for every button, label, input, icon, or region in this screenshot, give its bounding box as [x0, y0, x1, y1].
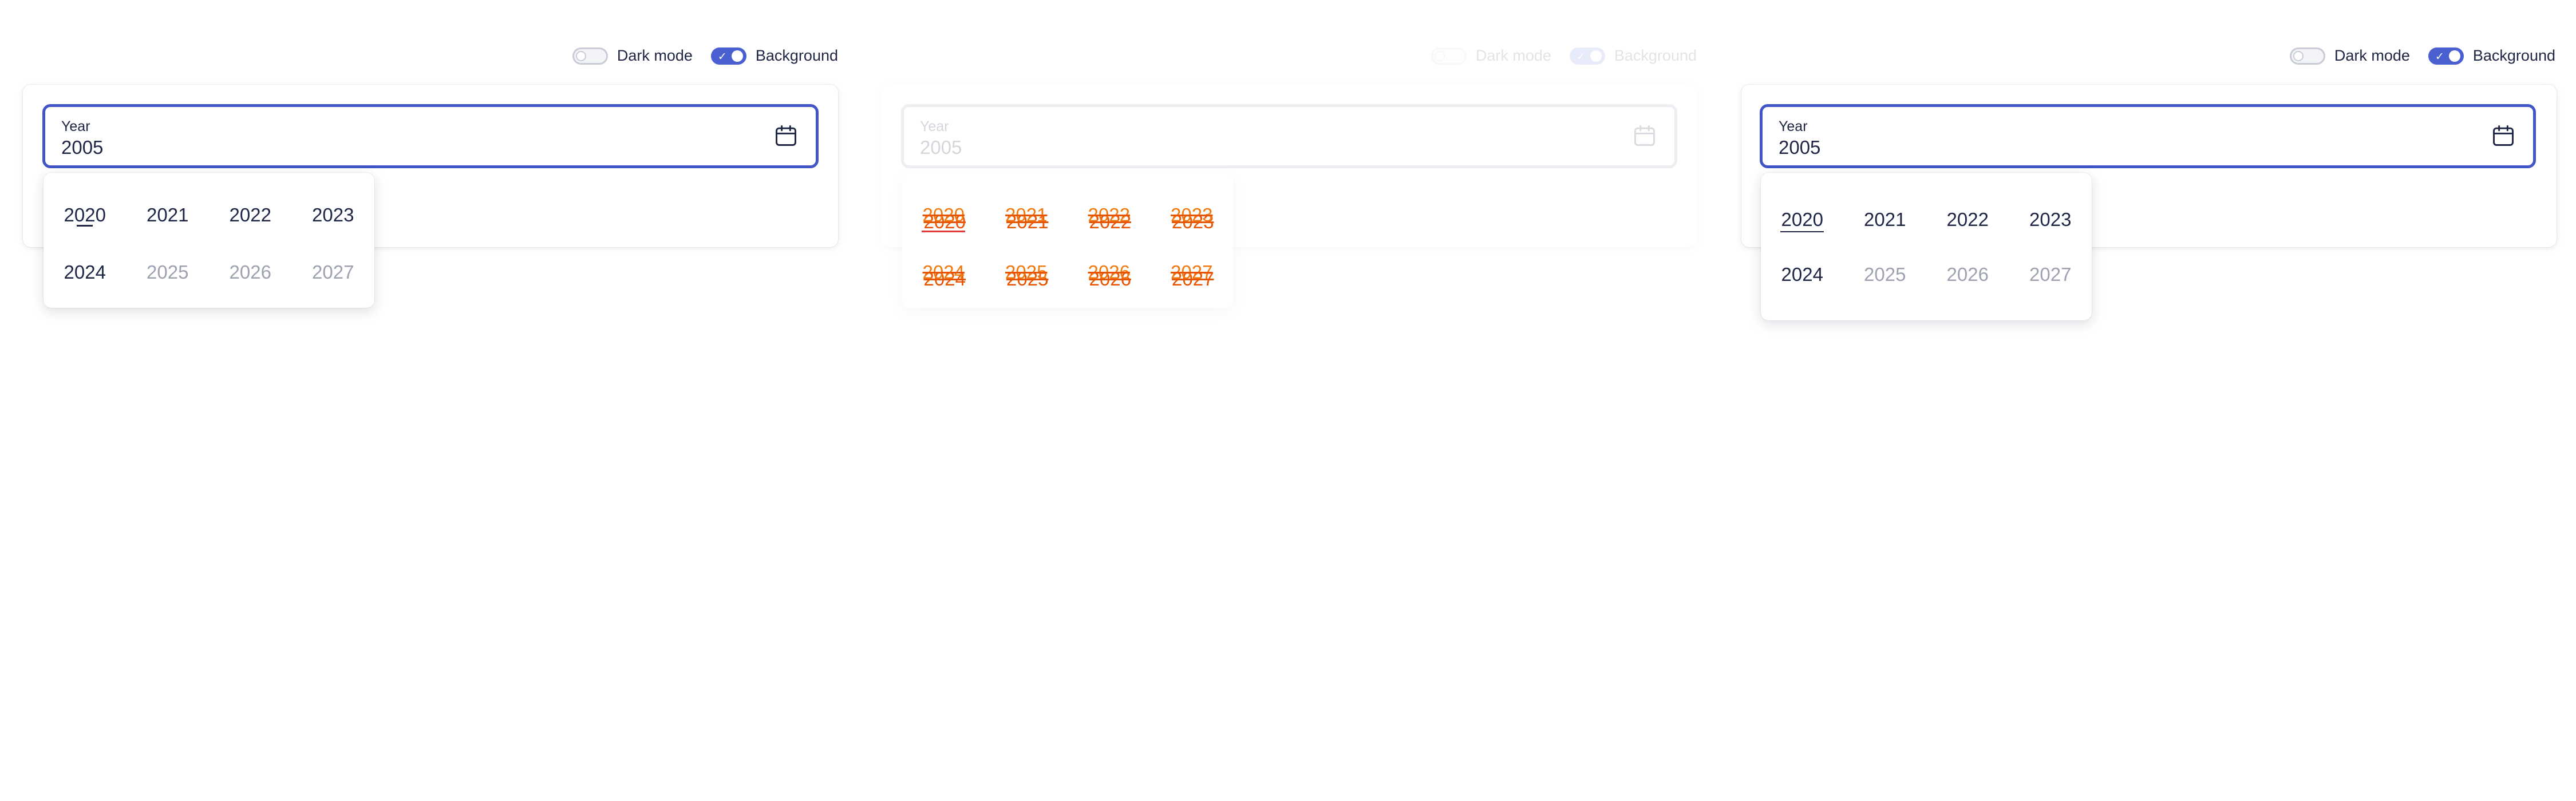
year-option-2025: 2025 — [147, 261, 189, 283]
year-field-label: Year — [1779, 118, 1808, 134]
background-toggle-group[interactable]: ✓ Background — [1569, 47, 1697, 65]
year-option-2026: 2026 — [1946, 264, 1989, 285]
dark-mode-toggle-group[interactable]: Dark mode — [1431, 47, 1551, 65]
toolbar: Dark mode ✓ Background — [1413, 47, 1697, 65]
dark-mode-toggle[interactable] — [1431, 47, 1467, 65]
dark-mode-toggle[interactable] — [572, 47, 608, 65]
calendar-icon[interactable] — [2491, 123, 2516, 148]
year-grid: 2020 2021 2022 2023 2024 2025 2026 2027 — [44, 201, 374, 286]
year-option-2026: 2026 — [229, 261, 271, 283]
year-grid: 2020 2021 2022 2023 2024 2025 2026 2027 — [902, 201, 1233, 286]
panel-middle: Dark mode ✓ Background Year 2005 2020 20… — [859, 0, 1717, 801]
toggle-knob — [1434, 50, 1445, 61]
background-toggle[interactable]: ✓ — [710, 47, 746, 65]
panel-right: Dark mode ✓ Background Year 2005 2020 20… — [1717, 0, 2576, 801]
year-option-2020[interactable]: 2020 — [44, 201, 127, 229]
toggle-knob — [575, 50, 586, 61]
year-option-2022[interactable]: 2022 — [1068, 201, 1151, 229]
year-option-2026: 2026 — [1088, 261, 1130, 283]
year-option-2022[interactable]: 2022 — [1926, 206, 2009, 233]
dark-mode-toggle-group[interactable]: Dark mode — [2289, 47, 2410, 65]
dark-mode-toggle[interactable] — [2289, 47, 2325, 65]
year-option-2021[interactable]: 2021 — [1844, 206, 1927, 233]
check-icon: ✓ — [1576, 50, 1586, 63]
year-option-2025: 2025 — [1864, 264, 1906, 285]
year-option-2025: 2025 — [1005, 261, 1048, 283]
toggle-knob — [1590, 50, 1602, 62]
calendar-icon[interactable] — [1632, 123, 1657, 148]
year-picker-popup: 2020 2021 2022 2023 2024 2025 2026 2027 — [902, 173, 1233, 308]
background-toggle-group[interactable]: ✓ Background — [710, 47, 838, 65]
background-toggle[interactable]: ✓ — [1569, 47, 1605, 65]
toolbar: Dark mode ✓ Background — [554, 47, 838, 65]
background-toggle-group[interactable]: ✓ Background — [2428, 47, 2555, 65]
year-field-label: Year — [61, 118, 90, 134]
toggle-knob — [2293, 50, 2304, 61]
year-option-2023[interactable]: 2023 — [2009, 206, 2092, 233]
calendar-icon[interactable] — [773, 123, 799, 148]
year-field-value[interactable]: 2005 — [920, 137, 962, 158]
year-option-2024[interactable]: 2024 — [902, 259, 985, 286]
dark-mode-toggle-group[interactable]: Dark mode — [572, 47, 693, 65]
year-option-2027: 2027 — [312, 261, 354, 283]
year-picker-popup: 2020 2021 2022 2023 2024 2025 2026 2027 — [44, 173, 374, 308]
background-label: Background — [1614, 47, 1697, 64]
year-field-value[interactable]: 2005 — [1779, 137, 1820, 158]
year-picker-popup: 2020 2021 2022 2023 2024 2025 2026 2027 — [1761, 173, 2092, 320]
toggle-knob — [2448, 50, 2460, 62]
background-toggle[interactable]: ✓ — [2428, 47, 2464, 65]
year-option-2027: 2027 — [2029, 264, 2072, 285]
year-option-2020[interactable]: 2020 — [902, 201, 985, 232]
year-option-2024[interactable]: 2024 — [44, 259, 127, 286]
background-label: Background — [755, 47, 838, 64]
background-label: Background — [2472, 47, 2555, 64]
year-option-2020[interactable]: 2020 — [1761, 206, 1844, 233]
year-field-label: Year — [920, 118, 949, 134]
year-field-value[interactable]: 2005 — [61, 137, 103, 158]
year-grid: 2020 2021 2022 2023 2024 2025 2026 2027 — [1761, 206, 2092, 288]
panel-left: Dark mode ✓ Background Year 2005 2020 20… — [0, 0, 859, 801]
year-option-2024[interactable]: 2024 — [1761, 261, 1844, 288]
year-field[interactable]: Year 2005 — [42, 104, 819, 168]
year-field[interactable]: Year 2005 — [901, 104, 1677, 168]
year-option-2021[interactable]: 2021 — [127, 201, 210, 229]
toggle-knob — [731, 50, 743, 62]
year-option-2023[interactable]: 2023 — [1151, 201, 1234, 229]
dark-mode-label: Dark mode — [2334, 47, 2410, 64]
check-icon: ✓ — [717, 50, 727, 63]
dark-mode-label: Dark mode — [617, 47, 693, 64]
year-field[interactable]: Year 2005 — [1760, 104, 2536, 168]
year-option-2022[interactable]: 2022 — [209, 201, 292, 229]
year-option-2027: 2027 — [1171, 261, 1213, 283]
year-option-2023[interactable]: 2023 — [292, 201, 375, 229]
dark-mode-label: Dark mode — [1475, 47, 1551, 64]
check-icon: ✓ — [2435, 50, 2444, 63]
toolbar: Dark mode ✓ Background — [2271, 47, 2555, 65]
year-option-2021[interactable]: 2021 — [985, 201, 1068, 229]
